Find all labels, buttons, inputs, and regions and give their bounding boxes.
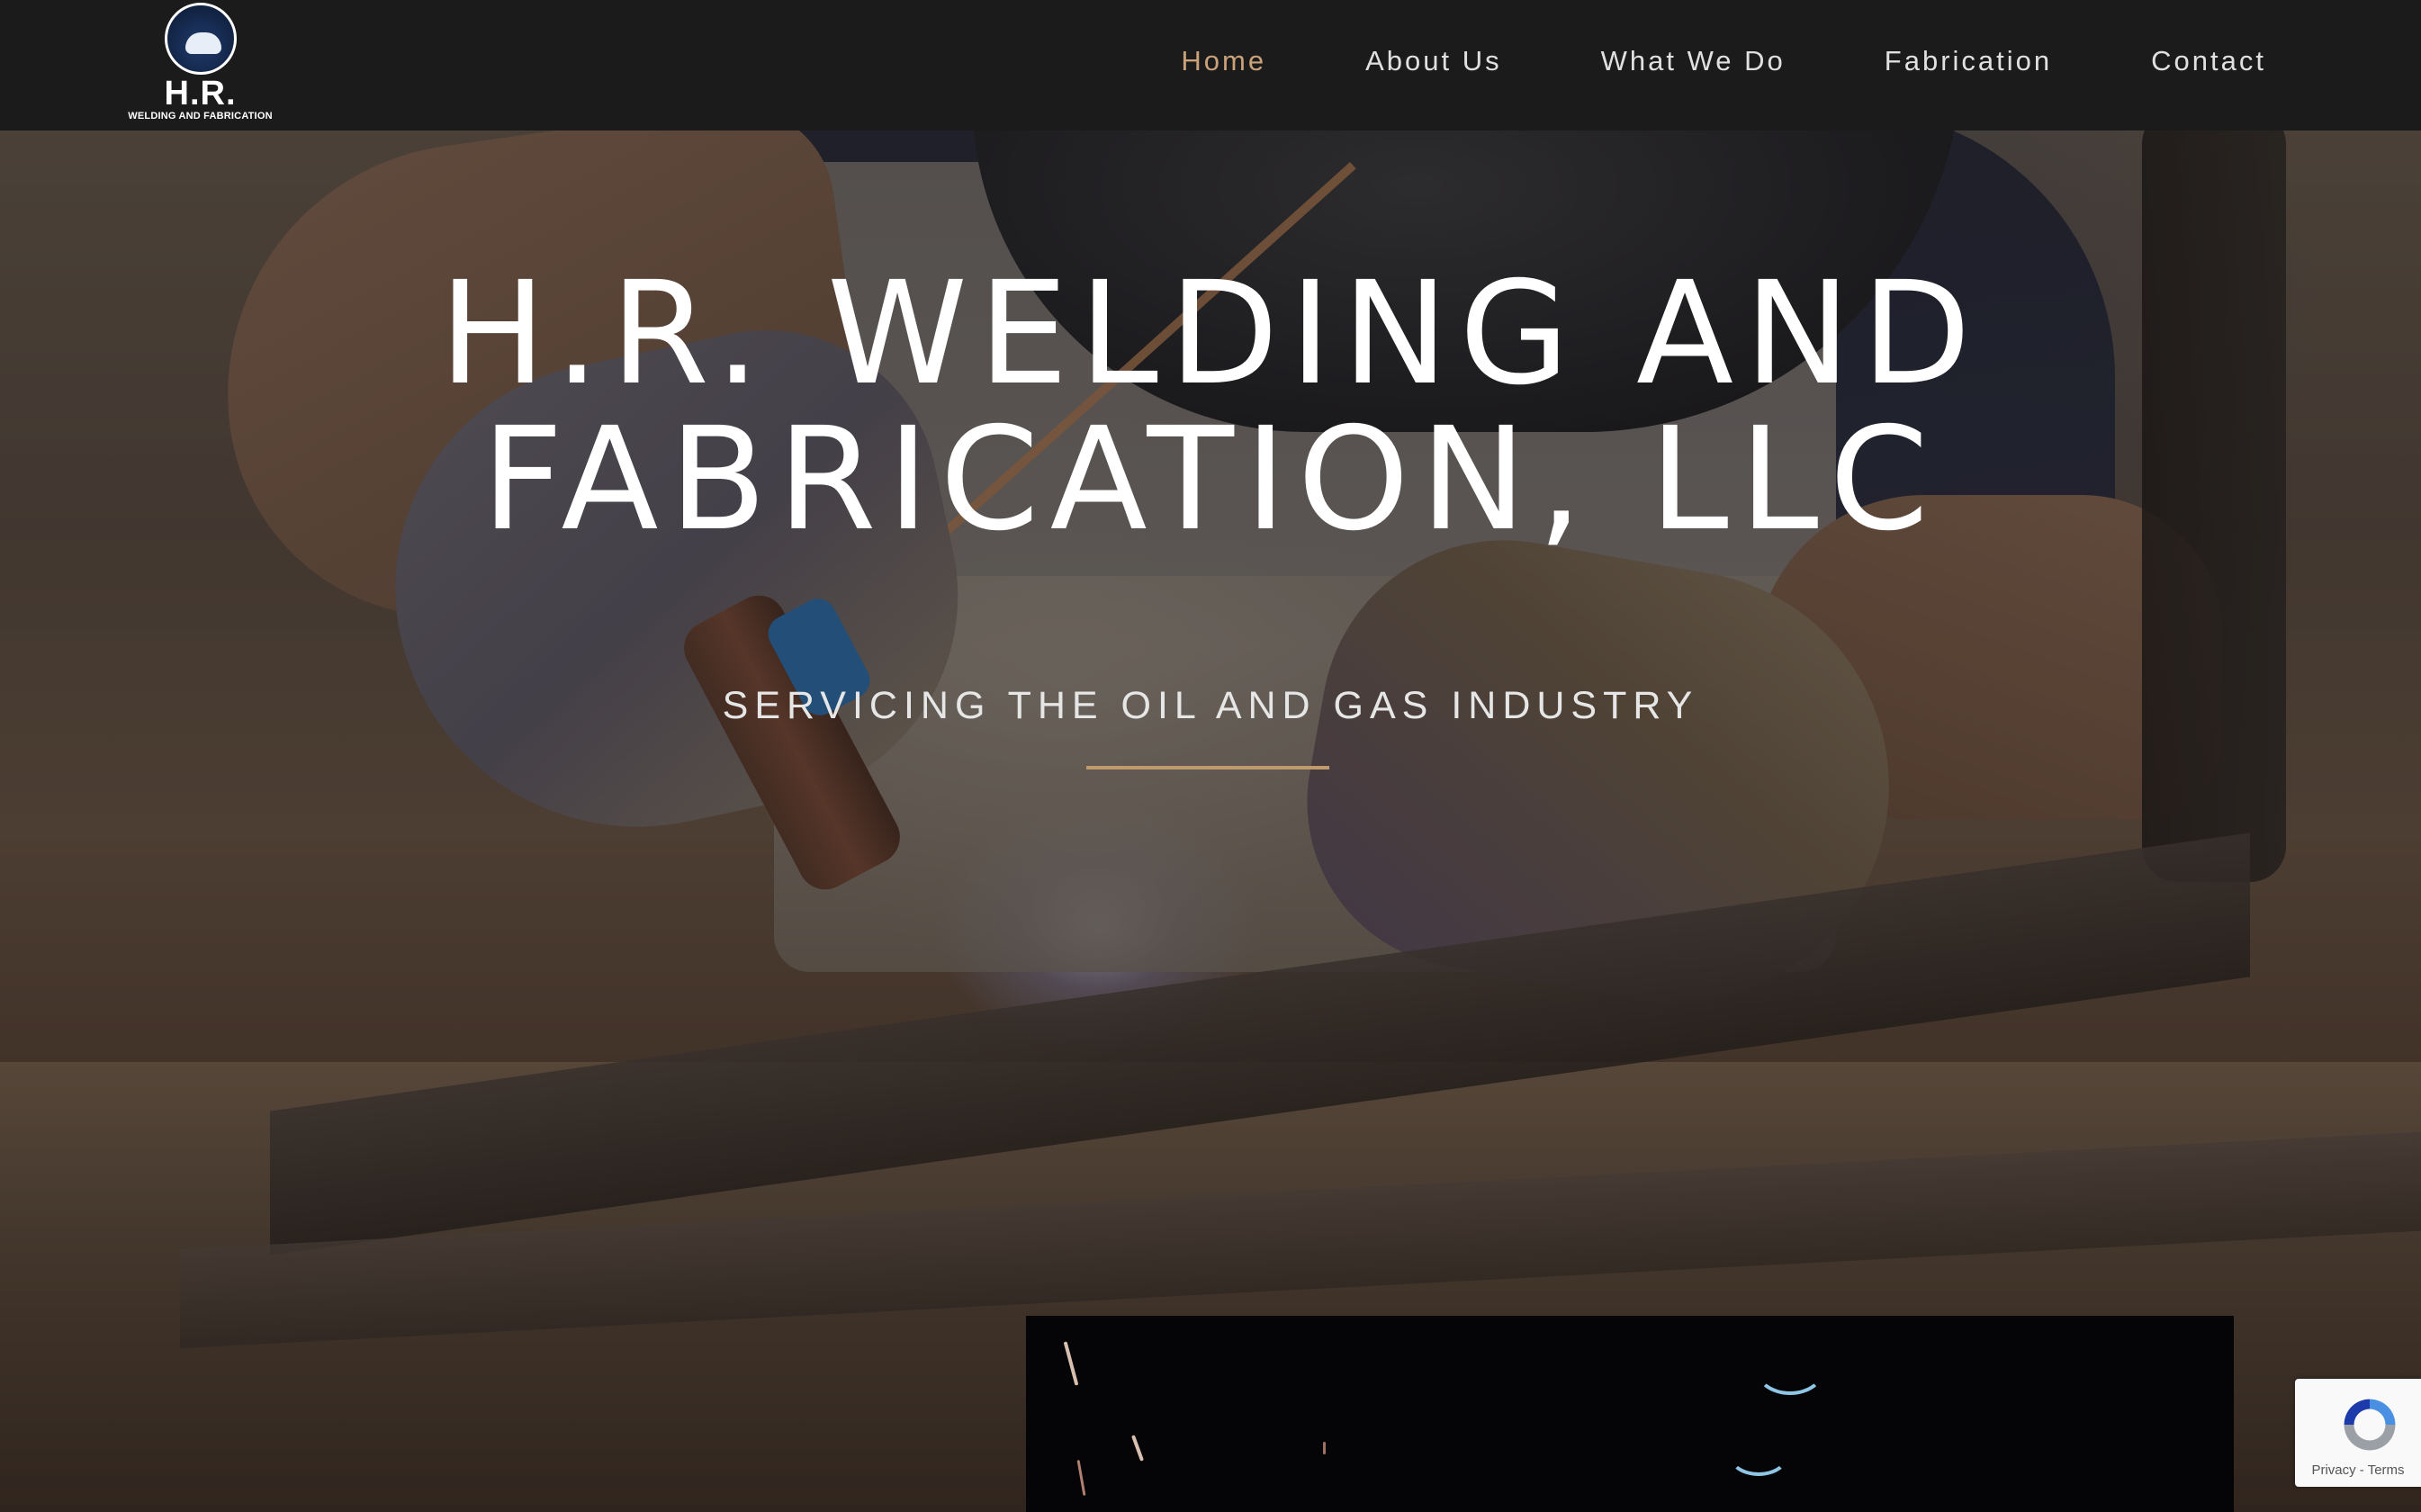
arc-decoration <box>1728 1433 1789 1476</box>
hero-title-line1: H.R. WELDING AND <box>439 251 1982 417</box>
logo-subtext: WELDING AND FABRICATION <box>128 111 273 122</box>
hero-title-line2: FABRICATION, LLC <box>482 397 1940 562</box>
nav-item-contact[interactable]: Contact <box>2151 45 2266 77</box>
hero-title: H.R. WELDING AND FABRICATION, LLC <box>0 261 2421 553</box>
site-logo[interactable]: H.R. WELDING AND FABRICATION <box>128 0 273 126</box>
nav-item-about-us[interactable]: About Us <box>1365 45 1502 77</box>
spark-decoration <box>1063 1341 1079 1386</box>
hero-divider <box>1086 766 1329 770</box>
recaptcha-separator: - <box>2355 1462 2368 1478</box>
recaptcha-terms-link[interactable]: Terms <box>2368 1462 2405 1478</box>
spark-decoration <box>1323 1442 1326 1454</box>
recaptcha-links: Privacy - Terms <box>2295 1462 2421 1478</box>
nav-item-fabrication[interactable]: Fabrication <box>1885 45 2052 77</box>
spark-decoration <box>1130 1435 1145 1462</box>
recaptcha-privacy-link[interactable]: Privacy <box>2311 1462 2355 1478</box>
spark-decoration <box>1076 1460 1086 1496</box>
recaptcha-badge[interactable]: Privacy - Terms <box>2295 1379 2421 1487</box>
nav-item-what-we-do[interactable]: What We Do <box>1601 45 1786 77</box>
media-panel[interactable] <box>1026 1316 2234 1512</box>
arc-decoration <box>1755 1343 1825 1395</box>
site-header: H.R. WELDING AND FABRICATION Home About … <box>0 0 2421 130</box>
main-nav: Home About Us What We Do Fabrication Con… <box>1181 45 2266 77</box>
recaptcha-icon <box>2344 1399 2396 1451</box>
hero-subtitle: SERVICING THE OIL AND GAS INDUSTRY <box>722 684 1699 727</box>
logo-text: H.R. <box>164 75 237 112</box>
nav-item-home[interactable]: Home <box>1181 45 1266 77</box>
hero-overlay <box>0 0 2421 1512</box>
logo-emblem-icon <box>164 3 237 75</box>
page: H.R. WELDING AND FABRICATION Home About … <box>0 0 2421 1512</box>
